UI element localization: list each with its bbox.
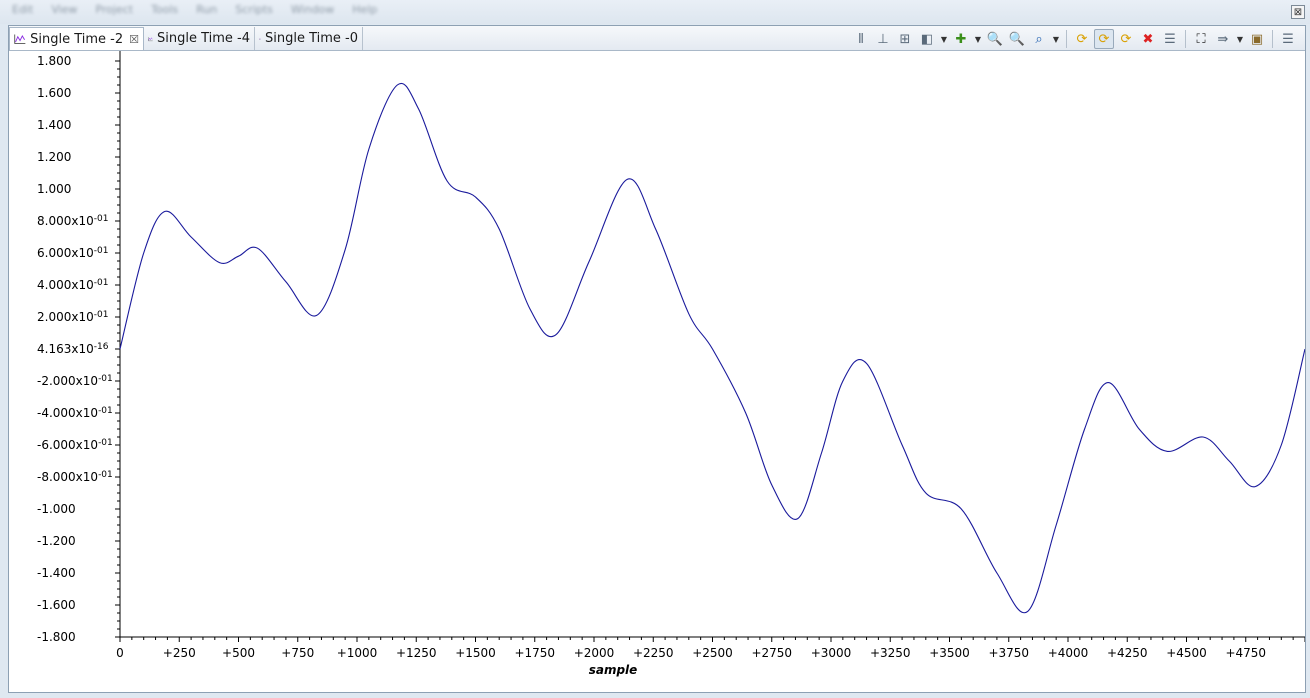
menu-bar[interactable]: Edit View Project Tools Run Scripts Window Help — [12, 3, 395, 17]
x-axis-label: sample — [589, 663, 638, 677]
graph-view: Single Time -2 ☒ Single Time -4 Single Time… — [8, 25, 1306, 693]
x-tick-label: +1500 — [455, 646, 496, 660]
tab-label: Single Time -0 — [264, 31, 358, 46]
y-tick-label: 1.400 — [37, 118, 71, 132]
x-tick-label: +1000 — [337, 646, 378, 660]
x-tick-label: +2250 — [633, 646, 674, 660]
y-tick-label: 1.800 — [37, 54, 71, 68]
toolbar-separator — [1185, 30, 1186, 48]
x-tick-label: +2750 — [751, 646, 792, 660]
view-close-icon[interactable]: ⊠ — [1291, 5, 1305, 19]
x-tick-label: +4000 — [1048, 646, 1089, 660]
y-tick-label: 4.163x10-16 — [37, 342, 109, 356]
graph-icon — [148, 36, 153, 41]
view-menu-icon[interactable]: ☰ — [1278, 29, 1298, 49]
tab-single-time-1[interactable]: Single Time -4 — [144, 27, 255, 50]
y-tick-label: -6.000x10-01 — [37, 438, 113, 452]
save-icon[interactable]: ▣ — [1247, 29, 1267, 49]
y-tick-label: -1.000 — [37, 502, 76, 516]
refresh-all-icon[interactable]: ⟳ — [1116, 29, 1136, 49]
x-tick-label: +4750 — [1225, 646, 1266, 660]
close-tab-icon[interactable]: ☒ — [129, 33, 139, 46]
y-tick-label: -2.000x10-01 — [37, 374, 113, 388]
y-tick-label: -4.000x10-01 — [37, 406, 113, 420]
y-tick-label: 4.000x10-01 — [37, 278, 108, 292]
toolbar-separator — [1272, 30, 1273, 48]
y-tick-label: 6.000x10-01 — [37, 246, 108, 260]
tab-single-time-2[interactable]: Single Time -0 — [255, 27, 363, 50]
graph-icon — [259, 37, 261, 40]
align-right-icon[interactable]: ⊞ — [895, 29, 915, 49]
export-icon[interactable]: ⇛ — [1213, 29, 1233, 49]
x-tick-label: +1250 — [396, 646, 437, 660]
y-tick-label: 2.000x10-01 — [37, 310, 108, 324]
menu-item-edit[interactable]: Edit — [12, 3, 33, 16]
x-tick-label: +250 — [163, 646, 196, 660]
tab-label: Single Time -4 — [156, 31, 250, 46]
export-dropdown-icon[interactable]: ▼ — [1235, 29, 1245, 49]
continuous-refresh-icon[interactable]: ⟳ — [1094, 29, 1114, 49]
tab-single-time-0[interactable]: Single Time -2 ☒ — [9, 27, 144, 50]
menu-item-project[interactable]: Project — [95, 3, 133, 16]
x-tick-label: +2000 — [574, 646, 615, 660]
time-series-plot[interactable]: 1.800 1.600 1.400 1.200 1.000 8.000x10-01 6.00… — [9, 51, 1305, 692]
refresh-icon[interactable]: ⟳ — [1072, 29, 1092, 49]
x-tick-label: +3750 — [988, 646, 1029, 660]
series-line-0 — [119, 82, 1305, 614]
x-tick-label: +3250 — [870, 646, 911, 660]
x-tick-label: +500 — [222, 646, 255, 660]
x-tick-label: +4250 — [1107, 646, 1148, 660]
menu-item-window[interactable]: Window — [291, 3, 334, 16]
x-tick-label: +3500 — [929, 646, 970, 660]
menu-item-tools[interactable]: Tools — [151, 3, 178, 16]
y-tick-label: -1.600 — [37, 598, 76, 612]
menu-item-help[interactable]: Help — [352, 3, 377, 16]
align-center-icon[interactable]: ⊥ — [873, 29, 893, 49]
graph-toolbar: ⫴ ⊥ ⊞ ◧ ▼ ✚ ▼ 🔍 🔍 ⌕ ▼ ⟳ ⟳ ⟳ ✖ ☰ ⛶ ⇛ ▼ ▣ ☰ — [850, 29, 1299, 49]
y-tick-label: -1.400 — [37, 566, 76, 580]
zoom-fit-icon[interactable]: ⌕ — [1029, 29, 1049, 49]
x-tick-label: +4500 — [1166, 646, 1207, 660]
y-tick-label: -8.000x10-01 — [37, 470, 113, 484]
add-star-icon[interactable]: ✚ — [951, 29, 971, 49]
zoom-in-icon[interactable]: 🔍 — [985, 29, 1005, 49]
y-tick-label: 1.200 — [37, 150, 71, 164]
x-tick-label: +3000 — [811, 646, 852, 660]
x-tick-label: +1750 — [514, 646, 555, 660]
x-tick-label: +2500 — [692, 646, 733, 660]
y-tick-label: -1.800 — [37, 630, 76, 644]
binoculars-icon[interactable]: ⛶ — [1191, 29, 1211, 49]
add-star-dropdown-icon[interactable]: ▼ — [973, 29, 983, 49]
align-left-icon[interactable]: ⫴ — [851, 29, 871, 49]
toolbar-separator — [1066, 30, 1067, 48]
tab-label: Single Time -2 — [30, 31, 124, 47]
menu-item-run[interactable]: Run — [196, 3, 217, 16]
properties-icon[interactable]: ☰ — [1160, 29, 1180, 49]
x-tick-label: 0 — [116, 646, 124, 660]
tab-bar: Single Time -2 ☒ Single Time -4 Single Time… — [9, 26, 1305, 51]
menu-item-view[interactable]: View — [51, 3, 77, 16]
clear-icon[interactable]: ✖ — [1138, 29, 1158, 49]
y-tick-label: 1.600 — [37, 86, 71, 100]
y-tick-label: 8.000x10-01 — [37, 214, 108, 228]
window-menu-bar: Edit View Project Tools Run Scripts Window Help… — [0, 0, 1310, 24]
menu-item-scripts[interactable]: Scripts — [235, 3, 273, 16]
zoom-dropdown-icon[interactable]: ▼ — [1051, 29, 1061, 49]
y-tick-label: -1.200 — [37, 534, 76, 548]
marker-icon[interactable]: ◧ — [917, 29, 937, 49]
y-tick-label: 1.000 — [37, 182, 71, 196]
zoom-out-icon[interactable]: 🔍 — [1007, 29, 1027, 49]
marker-dropdown-icon[interactable]: ▼ — [939, 29, 949, 49]
x-tick-label: +750 — [281, 646, 314, 660]
graph-icon — [14, 34, 26, 44]
